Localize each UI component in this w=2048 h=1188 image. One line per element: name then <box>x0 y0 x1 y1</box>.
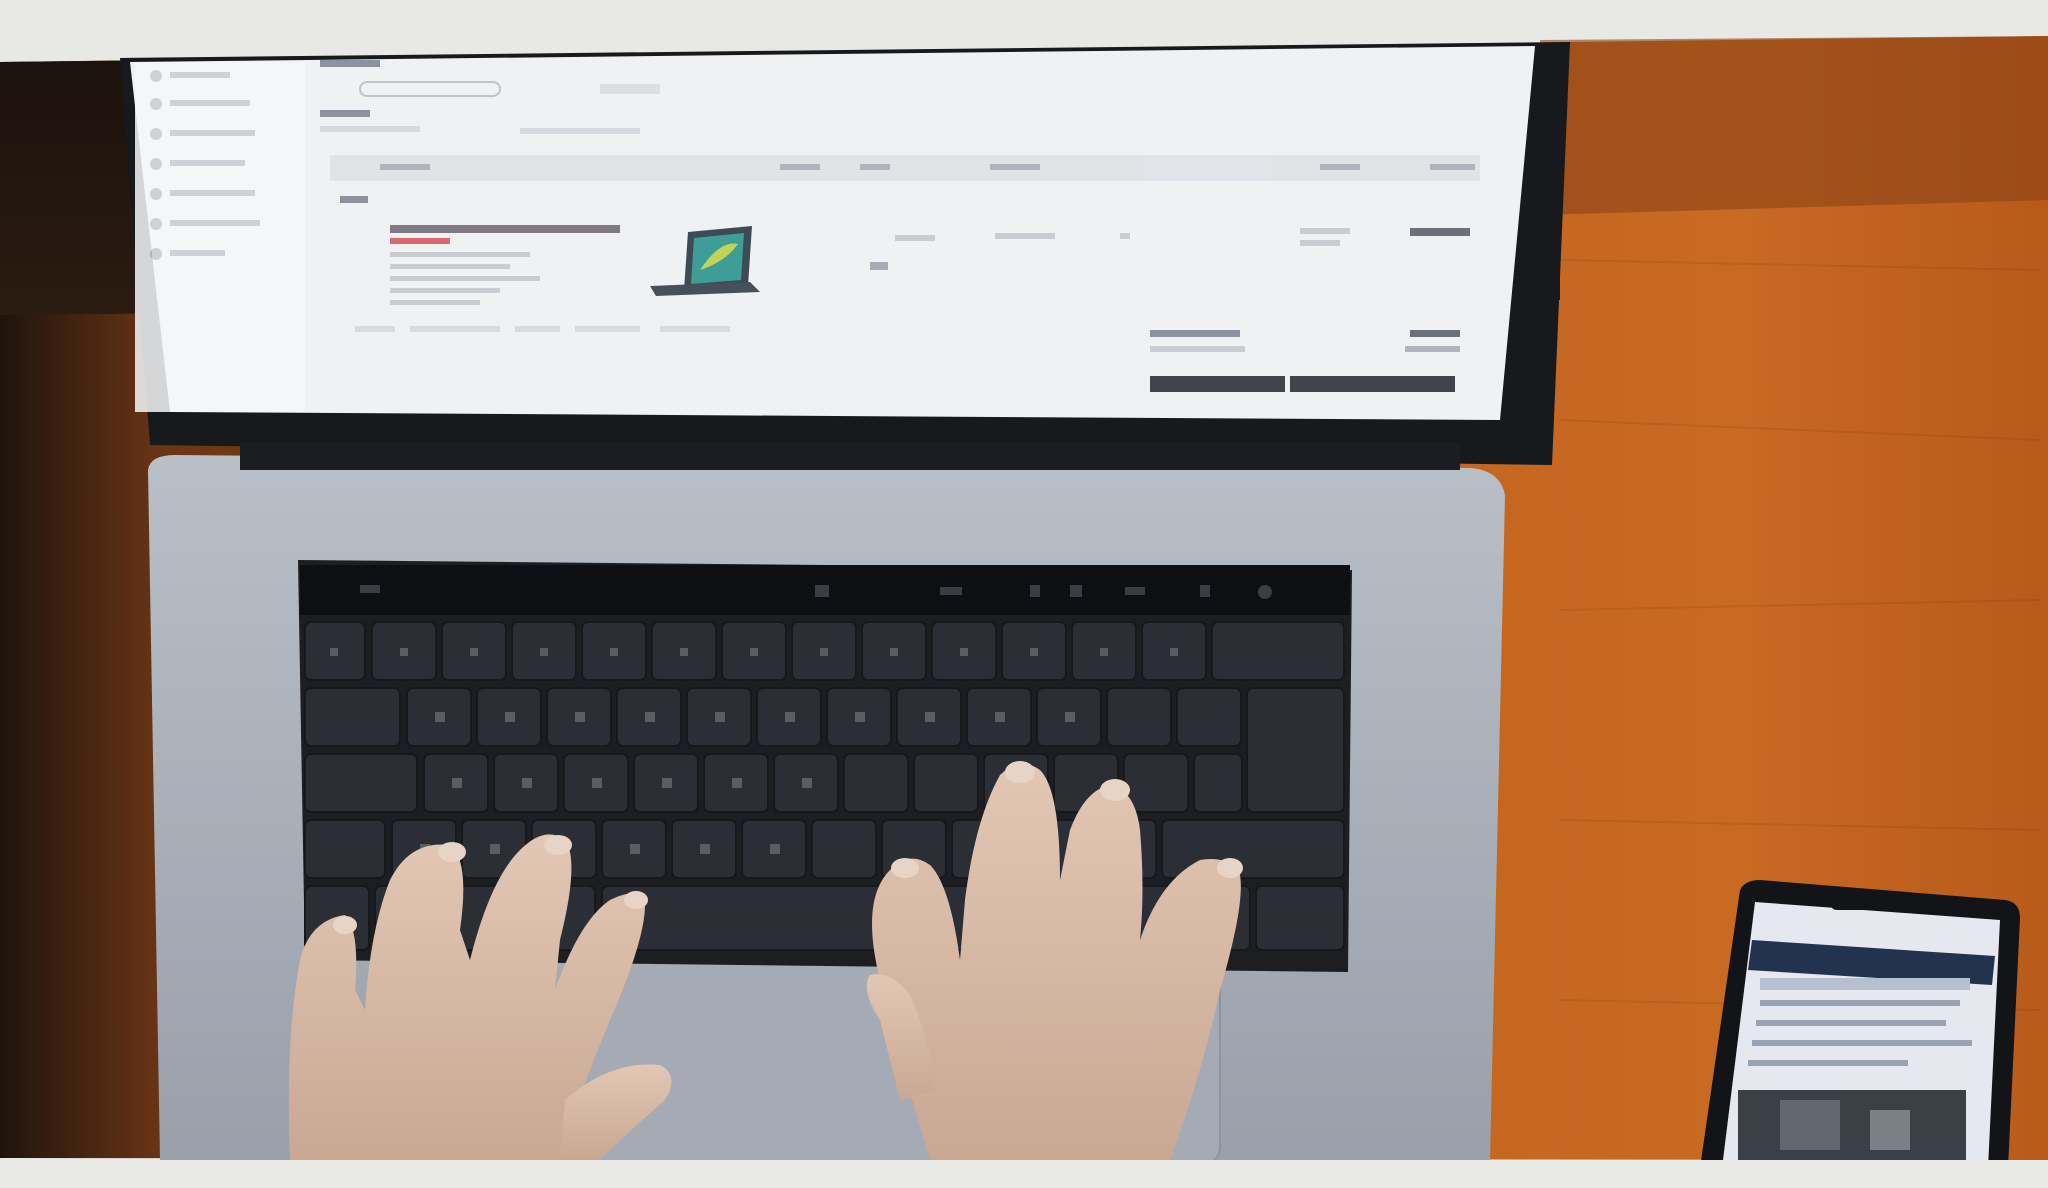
photo-border-bottom <box>0 1160 2048 1188</box>
smartphone <box>1700 880 2020 1168</box>
photo-scene <box>0 0 2048 1188</box>
laptop-screen <box>120 42 1570 465</box>
photo-canvas <box>0 0 2048 1188</box>
